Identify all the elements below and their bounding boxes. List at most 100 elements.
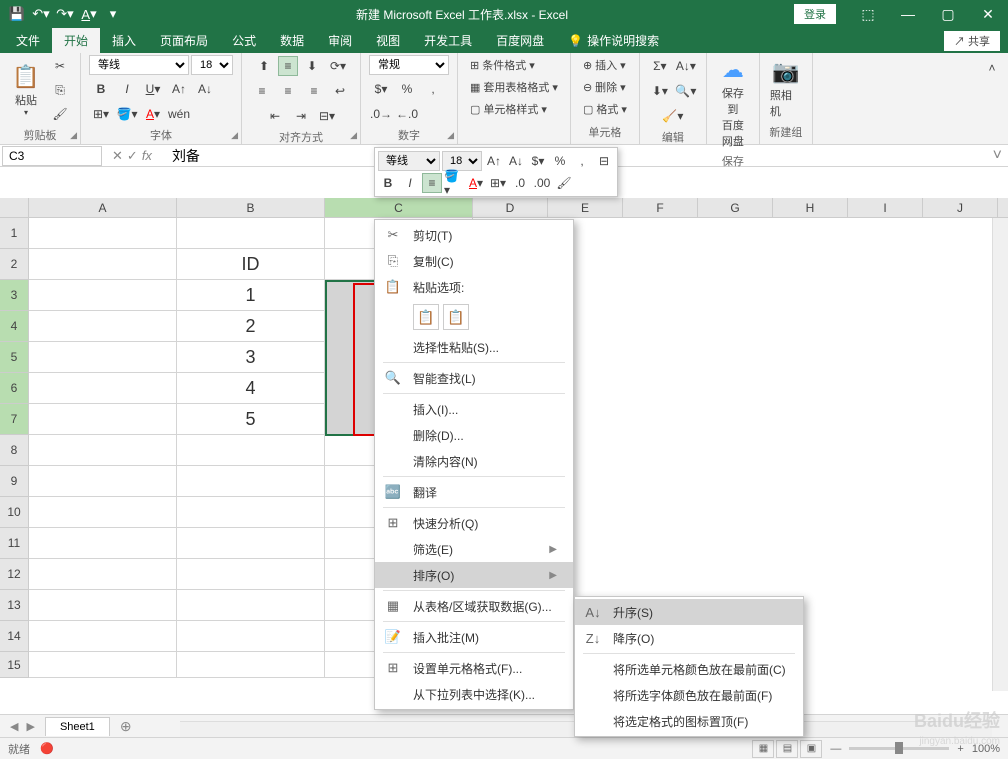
phonetic-icon[interactable]: wén xyxy=(167,103,191,125)
ctx-sort[interactable]: 排序(O)▶ xyxy=(375,562,573,588)
indent-inc-icon[interactable]: ⇥ xyxy=(289,105,313,127)
font-color-qa-icon[interactable]: A▾ xyxy=(78,3,100,25)
save-icon[interactable]: 💾 xyxy=(6,3,28,25)
cell[interactable] xyxy=(29,249,177,280)
submenu-cell-color[interactable]: 将所选单元格颜色放在最前面(C) xyxy=(575,656,803,682)
cell[interactable] xyxy=(177,621,325,652)
cell[interactable] xyxy=(29,652,177,678)
font-launcher-icon[interactable]: ◢ xyxy=(231,130,238,141)
cell[interactable] xyxy=(29,466,177,497)
cancel-formula-icon[interactable]: ✕ xyxy=(112,148,123,164)
tab-formulas[interactable]: 公式 xyxy=(220,28,268,53)
cell[interactable] xyxy=(177,590,325,621)
number-launcher-icon[interactable]: ◢ xyxy=(447,130,454,141)
underline-button[interactable]: U▾ xyxy=(141,78,165,100)
sheet-nav-prev-icon[interactable]: ◀ xyxy=(10,720,18,733)
border-icon[interactable]: ⊞▾ xyxy=(89,103,113,125)
cell-b4[interactable]: 2 xyxy=(177,311,325,342)
vertical-scrollbar[interactable] xyxy=(992,218,1008,691)
row-header-13[interactable]: 13 xyxy=(0,590,29,621)
close-icon[interactable]: ✕ xyxy=(968,0,1008,28)
row-header-15[interactable]: 15 xyxy=(0,652,29,678)
mini-size-select[interactable]: 18 xyxy=(442,151,482,171)
cell[interactable] xyxy=(29,621,177,652)
qa-customize-icon[interactable]: ▾ xyxy=(102,3,124,25)
ctx-insert-comment[interactable]: 📝插入批注(M) xyxy=(375,624,573,650)
ctx-quick-analysis[interactable]: ⊞快速分析(Q) xyxy=(375,510,573,536)
align-center-icon[interactable]: ≡ xyxy=(276,80,300,102)
expand-formula-bar-icon[interactable]: ˅ xyxy=(987,147,1008,165)
mini-fill-color-icon[interactable]: 🪣▾ xyxy=(444,173,464,193)
orientation-icon[interactable]: ⟳▾ xyxy=(326,55,350,77)
mini-percent-icon[interactable]: % xyxy=(550,151,570,171)
cell-b7[interactable]: 5 xyxy=(177,404,325,435)
align-right-icon[interactable]: ≡ xyxy=(302,80,326,102)
sheet-nav-next-icon[interactable]: ▶ xyxy=(26,720,34,733)
tab-dev[interactable]: 开发工具 xyxy=(412,28,484,53)
mini-font-color-icon[interactable]: A▾ xyxy=(466,173,486,193)
find-icon[interactable]: 🔍▾ xyxy=(674,80,698,102)
cell[interactable] xyxy=(29,559,177,590)
tell-me[interactable]: 💡操作说明搜索 xyxy=(556,28,671,53)
submenu-icon-top[interactable]: 将选定格式的图标置顶(F) xyxy=(575,708,803,734)
mini-font-select[interactable]: 等线 xyxy=(378,151,440,171)
view-page-layout-icon[interactable]: ▤ xyxy=(776,740,798,758)
row-header-6[interactable]: 6 xyxy=(0,373,29,404)
name-box[interactable] xyxy=(2,146,102,166)
zoom-slider[interactable] xyxy=(849,747,949,750)
font-color-icon[interactable]: A▾ xyxy=(141,103,165,125)
tab-layout[interactable]: 页面布局 xyxy=(148,28,220,53)
submenu-sort-asc[interactable]: A↓升序(S) xyxy=(575,599,803,625)
col-header-j[interactable]: J xyxy=(923,198,998,217)
submenu-sort-desc[interactable]: Z↓降序(O) xyxy=(575,625,803,651)
comma-icon[interactable]: , xyxy=(421,78,445,100)
col-header-h[interactable]: H xyxy=(773,198,848,217)
indent-dec-icon[interactable]: ⇤ xyxy=(263,105,287,127)
cell-b3[interactable]: 1 xyxy=(177,280,325,311)
redo-icon[interactable]: ↷▾ xyxy=(54,3,76,25)
accept-formula-icon[interactable]: ✓ xyxy=(127,148,138,164)
ctx-insert[interactable]: 插入(I)... xyxy=(375,396,573,422)
col-header-c[interactable]: C xyxy=(325,198,473,217)
cut-icon[interactable]: ✂ xyxy=(48,55,72,77)
cell[interactable] xyxy=(29,218,177,249)
format-as-table-button[interactable]: ▦套用表格格式▾ xyxy=(466,77,562,97)
cell[interactable] xyxy=(177,528,325,559)
tab-file[interactable]: 文件 xyxy=(4,28,52,53)
bold-button[interactable]: B xyxy=(89,78,113,100)
row-header-3[interactable]: 3 xyxy=(0,280,29,311)
format-painter-icon[interactable]: 🖌 xyxy=(48,103,72,125)
format-cells-button[interactable]: ▢格式▾ xyxy=(579,99,631,119)
record-icon[interactable]: 🔴 xyxy=(40,742,54,755)
conditional-format-button[interactable]: ⊞条件格式▾ xyxy=(466,55,539,75)
mini-merge-icon[interactable]: ⊟ xyxy=(594,151,614,171)
merge-icon[interactable]: ⊟▾ xyxy=(315,105,339,127)
italic-button[interactable]: I xyxy=(115,78,139,100)
autosum-icon[interactable]: Σ▾ xyxy=(648,55,672,77)
ctx-delete[interactable]: 删除(D)... xyxy=(375,422,573,448)
row-header-7[interactable]: 7 xyxy=(0,404,29,435)
camera-button[interactable]: 📷照相机 xyxy=(768,57,804,121)
row-header-2[interactable]: 2 xyxy=(0,249,29,280)
row-header-8[interactable]: 8 xyxy=(0,435,29,466)
collapse-ribbon-icon[interactable]: ˄ xyxy=(980,57,1004,79)
ctx-translate[interactable]: 🔤翻译 xyxy=(375,479,573,505)
ribbon-options-icon[interactable]: ⬚ xyxy=(848,0,888,28)
fill-color-icon[interactable]: 🪣▾ xyxy=(115,103,139,125)
col-header-i[interactable]: I xyxy=(848,198,923,217)
zoom-level[interactable]: 100% xyxy=(972,743,1000,755)
cell[interactable] xyxy=(177,652,325,678)
mini-inc-decimal-icon[interactable]: .00 xyxy=(532,173,552,193)
col-header-d[interactable]: D xyxy=(473,198,548,217)
align-middle-icon[interactable]: ≡ xyxy=(278,56,298,76)
share-button[interactable]: ↗ 共享 xyxy=(944,31,1000,51)
dec-decimal-icon[interactable]: ←.0 xyxy=(395,103,419,125)
cell[interactable] xyxy=(177,497,325,528)
sheet-tab-1[interactable]: Sheet1 xyxy=(45,717,110,736)
zoom-in-icon[interactable]: + xyxy=(957,743,963,755)
tab-insert[interactable]: 插入 xyxy=(100,28,148,53)
font-name-select[interactable]: 等线 xyxy=(89,55,189,75)
align-bottom-icon[interactable]: ⬇ xyxy=(300,55,324,77)
tab-home[interactable]: 开始 xyxy=(52,28,100,53)
row-header-1[interactable]: 1 xyxy=(0,218,29,249)
